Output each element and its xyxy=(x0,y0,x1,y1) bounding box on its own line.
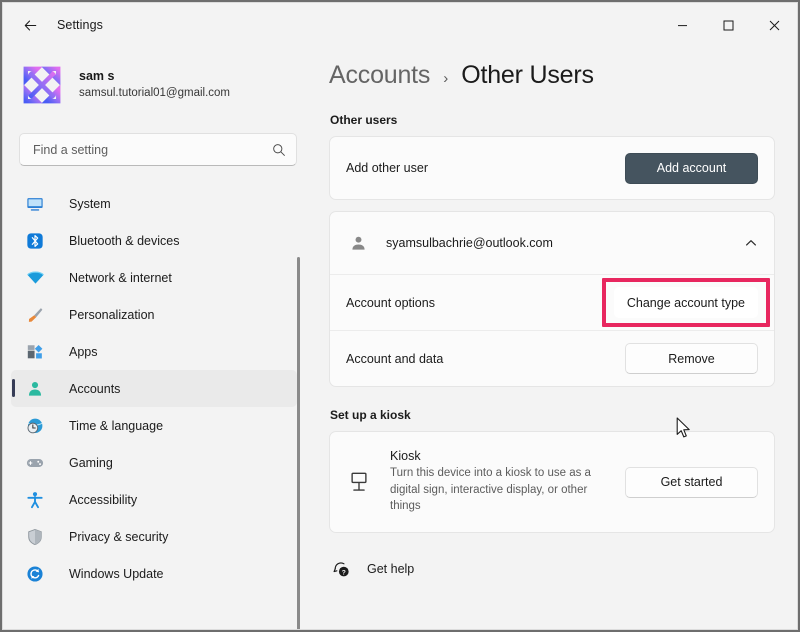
sidebar-item-label: Gaming xyxy=(69,455,113,470)
back-arrow-icon xyxy=(24,19,36,31)
account-and-data-label: Account and data xyxy=(346,351,444,366)
user-avatar-logo xyxy=(23,66,61,104)
person-icon xyxy=(346,231,370,255)
person-icon xyxy=(25,379,45,399)
kiosk-title: Kiosk xyxy=(390,449,421,463)
search-box[interactable] xyxy=(19,133,297,166)
sidebar-item-accounts[interactable]: Accounts xyxy=(11,370,297,407)
get-started-button[interactable]: Get started xyxy=(625,466,758,498)
account-email: syamsulbachrie@outlook.com xyxy=(386,236,553,250)
sidebar-scrollbar[interactable] xyxy=(297,257,300,629)
title-bar: Settings xyxy=(3,3,797,47)
main-content: Accounts › Other Users Other users Add o… xyxy=(311,47,797,629)
page-title: Other Users xyxy=(461,61,594,89)
search-icon xyxy=(273,143,285,156)
shield-icon xyxy=(25,527,45,547)
user-account-card: syamsulbachrie@outlook.com Account optio… xyxy=(329,211,775,387)
refresh-icon xyxy=(25,564,45,584)
add-other-user-label: Add other user xyxy=(346,161,428,175)
change-account-type-highlight: Change account type xyxy=(601,278,771,327)
sidebar-item-label: System xyxy=(69,196,111,211)
kiosk-text: Kiosk Turn this device into a kiosk to u… xyxy=(390,449,625,515)
accessibility-person-icon xyxy=(25,490,45,510)
close-icon xyxy=(769,20,779,30)
sidebar-item-windows-update[interactable]: Windows Update xyxy=(11,555,297,592)
close-button[interactable] xyxy=(751,3,797,47)
get-help-label: Get help xyxy=(367,562,415,577)
remove-button[interactable]: Remove xyxy=(625,343,758,374)
svg-text:?: ? xyxy=(341,569,345,576)
account-and-data-row: Account and data Remove xyxy=(330,330,774,386)
app-title: Settings xyxy=(57,18,103,32)
sidebar-item-label: Bluetooth & devices xyxy=(69,233,180,248)
sidebar-item-label: Personalization xyxy=(69,307,155,322)
clock-globe-icon xyxy=(25,416,45,436)
wifi-icon xyxy=(25,268,45,288)
profile-name: sam s xyxy=(79,69,115,84)
sidebar: sam s samsul.tutorial01@gmail.com System… xyxy=(3,47,311,629)
apps-icon xyxy=(25,342,45,362)
sidebar-item-time-language[interactable]: Time & language xyxy=(11,407,297,444)
paintbrush-icon xyxy=(25,305,45,325)
sidebar-item-system[interactable]: System xyxy=(11,185,297,222)
add-account-button[interactable]: Add account xyxy=(625,152,758,184)
help-question-icon: ? xyxy=(331,559,351,579)
add-other-user-row: Add other user Add account xyxy=(330,137,774,199)
add-other-user-card: Add other user Add account xyxy=(329,136,775,200)
kiosk-description: Turn this device into a kiosk to use as … xyxy=(390,467,591,513)
back-button[interactable] xyxy=(13,10,47,40)
get-help-link[interactable]: ? Get help xyxy=(329,559,414,579)
sidebar-item-label: Accessibility xyxy=(69,492,138,507)
chevron-up-icon[interactable] xyxy=(744,236,758,250)
profile-section[interactable]: sam s samsul.tutorial01@gmail.com xyxy=(3,47,311,109)
monitor-icon xyxy=(25,194,45,214)
maximize-button[interactable] xyxy=(705,3,751,47)
profile-text: sam s samsul.tutorial01@gmail.com xyxy=(79,68,230,101)
settings-window: Settings sam s samsul.tutorial01@gmail.c… xyxy=(2,2,798,630)
bluetooth-icon xyxy=(25,231,45,251)
breadcrumb-separator: › xyxy=(443,70,449,87)
account-options-row: Account options Change account type xyxy=(330,274,774,330)
gamepad-icon xyxy=(25,453,45,473)
sidebar-item-network-internet[interactable]: Network & internet xyxy=(11,259,297,296)
account-header-row[interactable]: syamsulbachrie@outlook.com xyxy=(330,212,774,274)
minimize-button[interactable] xyxy=(659,3,705,47)
breadcrumb-parent[interactable]: Accounts xyxy=(329,61,430,90)
sidebar-item-label: Apps xyxy=(69,344,98,359)
sidebar-item-accessibility[interactable]: Accessibility xyxy=(11,481,297,518)
search-input[interactable] xyxy=(33,142,272,157)
profile-email: samsul.tutorial01@gmail.com xyxy=(79,87,231,100)
sidebar-item-label: Privacy & security xyxy=(69,529,169,544)
minimize-icon xyxy=(677,24,687,26)
sidebar-item-bluetooth-devices[interactable]: Bluetooth & devices xyxy=(11,222,297,259)
maximize-icon xyxy=(723,20,733,30)
sidebar-item-personalization[interactable]: Personalization xyxy=(11,296,297,333)
change-account-type-button[interactable]: Change account type xyxy=(613,287,758,318)
kiosk-row: Kiosk Turn this device into a kiosk to u… xyxy=(330,432,774,532)
sidebar-nav: System Bluetooth & devices Network & inter… xyxy=(3,185,311,615)
sidebar-item-privacy-security[interactable]: Privacy & security xyxy=(11,518,297,555)
window-controls xyxy=(659,3,797,47)
sidebar-item-apps[interactable]: Apps xyxy=(11,333,297,370)
sidebar-item-label: Windows Update xyxy=(69,566,164,581)
kiosk-heading: Set up a kiosk xyxy=(330,408,411,422)
breadcrumb: Accounts › Other Users xyxy=(329,47,775,97)
sidebar-item-gaming[interactable]: Gaming xyxy=(11,444,297,481)
kiosk-card: Kiosk Turn this device into a kiosk to u… xyxy=(329,431,775,534)
kiosk-display-icon xyxy=(346,469,372,495)
other-users-heading: Other users xyxy=(330,113,398,127)
sidebar-item-label: Time & language xyxy=(69,418,164,433)
sidebar-item-label: Network & internet xyxy=(69,270,172,285)
account-options-label: Account options xyxy=(346,295,435,310)
sidebar-item-label: Accounts xyxy=(69,381,121,396)
